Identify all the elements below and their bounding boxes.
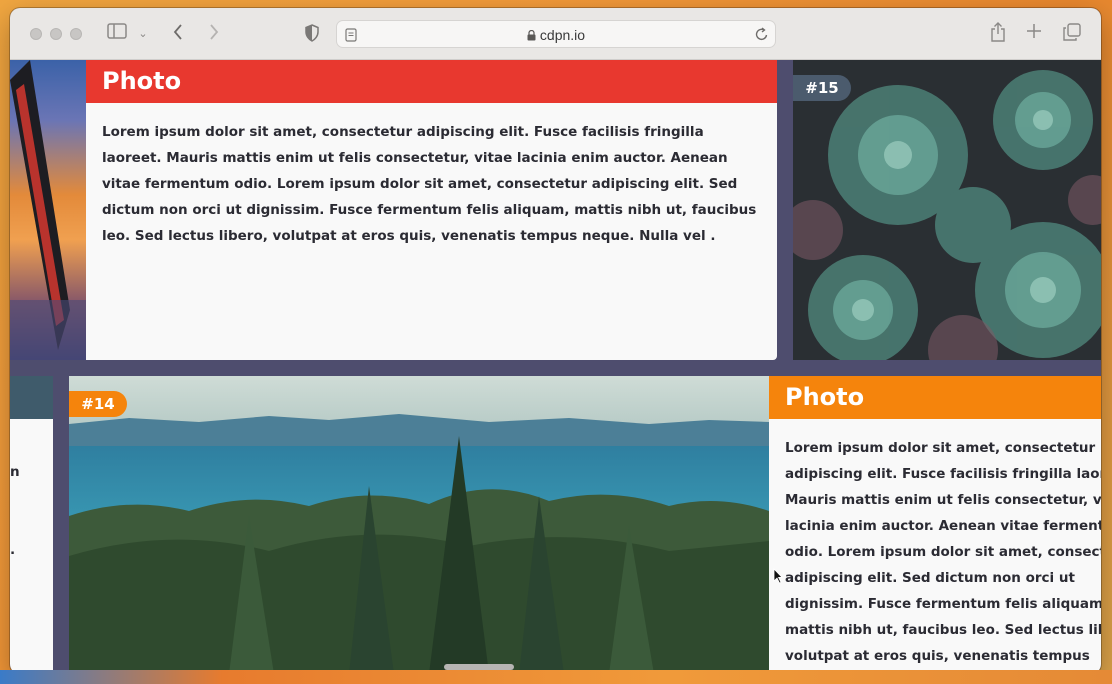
photo-card-2: Photo Lorem ipsum dolor sit amet, consec… [769,376,1101,674]
photo-card-1-header: Photo [86,60,777,103]
photo-card-2-body: Lorem ipsum dolor sit amet, consectetur … [769,419,1101,674]
zoom-window-button[interactable] [70,28,82,40]
badge-label: #14 [81,395,115,413]
landscape-photo: #14 [69,376,769,674]
lock-icon [527,28,536,44]
card-title: Photo [785,383,865,411]
succulent-illustration [793,60,1101,360]
badge-label: #15 [805,79,839,97]
minimize-window-button[interactable] [50,28,62,40]
close-window-button[interactable] [30,28,42,40]
plus-icon[interactable] [1024,23,1044,44]
sunset-photo [10,60,86,360]
photo-card-2-header: Photo [769,376,1101,419]
chevron-down-icon[interactable]: ⌄ [136,24,150,44]
tabs-overview-icon[interactable] [1062,23,1082,46]
fragment-line-2: . [10,542,16,558]
sidebar-icon[interactable] [106,23,128,44]
landscape-illustration [69,376,769,674]
card-text: Lorem ipsum dolor sit amet, consectetur … [102,124,757,244]
shield-icon[interactable] [302,24,322,47]
succulent-photo: #15 [793,60,1101,360]
page-content: Photo Lorem ipsum dolor sit amet, consec… [10,60,1101,674]
browser-toolbar: ⌄ cdpn.io [10,8,1101,60]
photo-number-badge-14: #14 [69,391,127,417]
chevron-right-icon[interactable] [204,23,224,46]
address-bar[interactable]: cdpn.io [336,20,776,48]
photo-card-1: Photo Lorem ipsum dolor sit amet, consec… [86,60,777,360]
fragment-line-1: n [10,464,20,480]
mouse-cursor-icon [773,568,783,588]
photo-number-badge-15: #15 [793,75,851,101]
address-text: cdpn.io [539,27,586,43]
chevron-left-icon[interactable] [168,23,188,46]
photo-card-1-body: Lorem ipsum dolor sit amet, consectetur … [86,103,777,360]
card-title: Photo [102,67,182,95]
photo-card-fragment: n . [10,376,53,674]
desktop-wallpaper [0,670,1112,684]
browser-window: ⌄ cdpn.io Photo Lorem ipsum dolor sit am… [10,8,1101,674]
address-url: cdpn.io [337,27,775,44]
reload-icon[interactable] [755,26,769,46]
fragment-header [10,376,53,419]
share-icon[interactable] [988,22,1008,47]
card-text: Lorem ipsum dolor sit amet, consectetur … [785,440,1101,664]
